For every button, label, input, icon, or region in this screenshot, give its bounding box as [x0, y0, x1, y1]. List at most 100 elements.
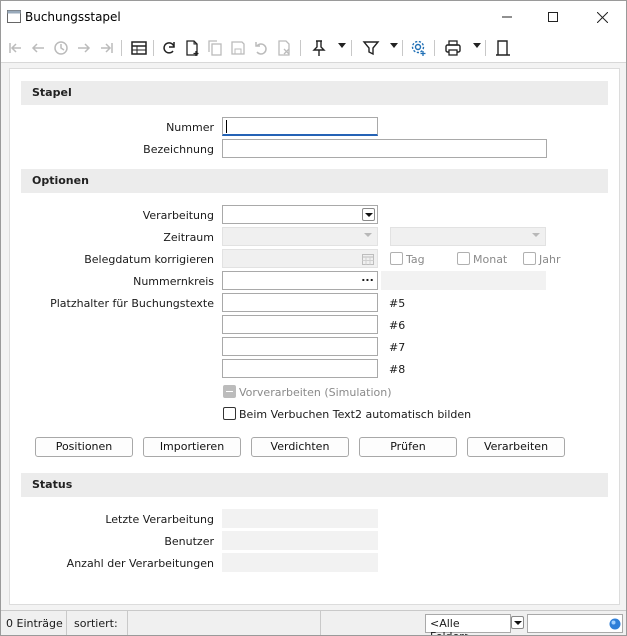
table-icon: [131, 41, 147, 55]
minimize-button[interactable]: [484, 1, 530, 33]
history-button[interactable]: [50, 37, 72, 59]
print-button[interactable]: [442, 37, 464, 59]
toolbar-separator: [153, 40, 154, 56]
belegdatum-input[interactable]: [222, 249, 378, 268]
monat-label: Monat: [473, 253, 508, 266]
pruefen-button[interactable]: Prüfen: [359, 437, 457, 457]
letzte-verarbeitung-label: Letzte Verarbeitung: [105, 513, 214, 526]
importieren-button[interactable]: Importieren: [143, 437, 241, 457]
section-header-status: Status: [21, 473, 608, 497]
close-icon: [596, 11, 608, 23]
zeitraum-to-select[interactable]: [390, 227, 546, 246]
table-view-button[interactable]: [128, 37, 150, 59]
tag-checkbox[interactable]: [390, 252, 403, 265]
previous-record-button[interactable]: [27, 37, 49, 59]
last-record-button[interactable]: [95, 37, 117, 59]
arrow-left-icon: [31, 43, 44, 53]
jahr-checkbox[interactable]: [523, 252, 536, 265]
placeholder-5-label: #5: [389, 297, 406, 310]
anzahl-verarbeitungen-label: Anzahl der Verarbeitungen: [66, 557, 214, 570]
benutzer-value: [222, 531, 378, 550]
first-record-button[interactable]: [5, 37, 27, 59]
tag-label: Tag: [406, 253, 425, 266]
filter-button[interactable]: [360, 37, 382, 59]
undo-button[interactable]: [250, 37, 272, 59]
field-select-dropdown[interactable]: [511, 616, 524, 629]
door-icon: [496, 40, 510, 56]
verarbeiten-button[interactable]: Verarbeiten: [467, 437, 565, 457]
pin-dropdown-arrow[interactable]: [338, 43, 346, 48]
placeholder-6-input[interactable]: [222, 315, 378, 334]
chevron-down-icon: [532, 233, 540, 237]
vorverarbeiten-checkbox[interactable]: [223, 385, 236, 398]
save-button[interactable]: [227, 37, 249, 59]
delete-button[interactable]: [273, 37, 295, 59]
jahr-label: Jahr: [539, 253, 561, 266]
globe-icon[interactable]: [609, 618, 621, 630]
zeitraum-from-select[interactable]: [222, 227, 378, 246]
delete-document-icon: [278, 40, 290, 56]
verarbeitung-select[interactable]: [222, 205, 378, 224]
section-title: Optionen: [32, 174, 89, 187]
refresh-button[interactable]: [158, 37, 180, 59]
toolbar-separator: [434, 40, 435, 56]
section-title: Status: [32, 478, 73, 491]
new-document-icon: [186, 40, 199, 56]
toolbar: [1, 33, 626, 63]
bezeichnung-label: Bezeichnung: [143, 143, 214, 156]
print-dropdown-arrow[interactable]: [473, 43, 481, 48]
section-header-stapel: Stapel: [21, 81, 608, 105]
positionen-button[interactable]: Positionen: [35, 437, 133, 457]
nummer-input[interactable]: [222, 117, 378, 136]
settings-button[interactable]: [408, 37, 430, 59]
placeholder-7-input[interactable]: [222, 337, 378, 356]
verdichten-button[interactable]: Verdichten: [251, 437, 349, 457]
placeholder-7-label: #7: [389, 341, 406, 354]
bezeichnung-input[interactable]: [222, 139, 547, 158]
refresh-icon: [163, 42, 175, 54]
text2-checkbox[interactable]: [223, 407, 236, 420]
window-title: Buchungsstapel: [25, 10, 121, 24]
verarbeitung-label: Verarbeitung: [142, 209, 214, 222]
copy-button[interactable]: [204, 37, 226, 59]
minimize-icon: [502, 16, 512, 18]
status-bar: 0 Einträge sortiert: <Alle Felder>: [1, 610, 626, 635]
exit-button[interactable]: [492, 37, 514, 59]
undo-icon: [255, 42, 267, 55]
search-input[interactable]: [527, 614, 623, 633]
placeholder-8-input[interactable]: [222, 359, 378, 378]
maximize-button[interactable]: [530, 1, 576, 33]
entries-count: 0 Einträge: [1, 611, 67, 635]
first-record-icon: [9, 43, 21, 53]
dropdown-button[interactable]: [362, 208, 375, 221]
title-bar: Buchungsstapel: [1, 1, 626, 33]
text2-label: Beim Verbuchen Text2 automatisch bilden: [239, 408, 472, 421]
vorverarbeiten-label: Vorverarbeiten (Simulation): [239, 386, 392, 399]
copy-icon: [208, 40, 222, 56]
platzhalter-label: Platzhalter für Buchungstexte: [50, 297, 214, 310]
nummernkreis-input[interactable]: ...: [222, 271, 378, 290]
browse-button[interactable]: ...: [360, 272, 375, 287]
new-document-button[interactable]: [181, 37, 203, 59]
chevron-down-icon: [364, 233, 372, 237]
calendar-icon[interactable]: [362, 253, 374, 265]
toolbar-separator: [485, 40, 486, 56]
arrow-right-icon: [78, 43, 91, 53]
next-record-button[interactable]: [73, 37, 95, 59]
sorted-label: sortiert:: [69, 611, 128, 635]
maximize-icon: [548, 12, 558, 22]
field-select[interactable]: <Alle Felder>: [425, 614, 511, 635]
filter-dropdown-arrow[interactable]: [390, 43, 398, 48]
chevron-down-icon: [364, 212, 373, 217]
zeitraum-label: Zeitraum: [163, 231, 214, 244]
close-button[interactable]: [579, 1, 625, 33]
letzte-verarbeitung-value: [222, 509, 378, 528]
monat-checkbox[interactable]: [457, 252, 470, 265]
pin-button[interactable]: [308, 37, 330, 59]
placeholder-5-input[interactable]: [222, 293, 378, 312]
toolbar-separator: [351, 40, 352, 56]
section-title: Stapel: [32, 86, 72, 99]
toolbar-separator: [121, 40, 122, 56]
window: Buchungsstapel Stapel Nummer Bezeichnung…: [0, 0, 627, 636]
text-caret: [226, 120, 227, 133]
